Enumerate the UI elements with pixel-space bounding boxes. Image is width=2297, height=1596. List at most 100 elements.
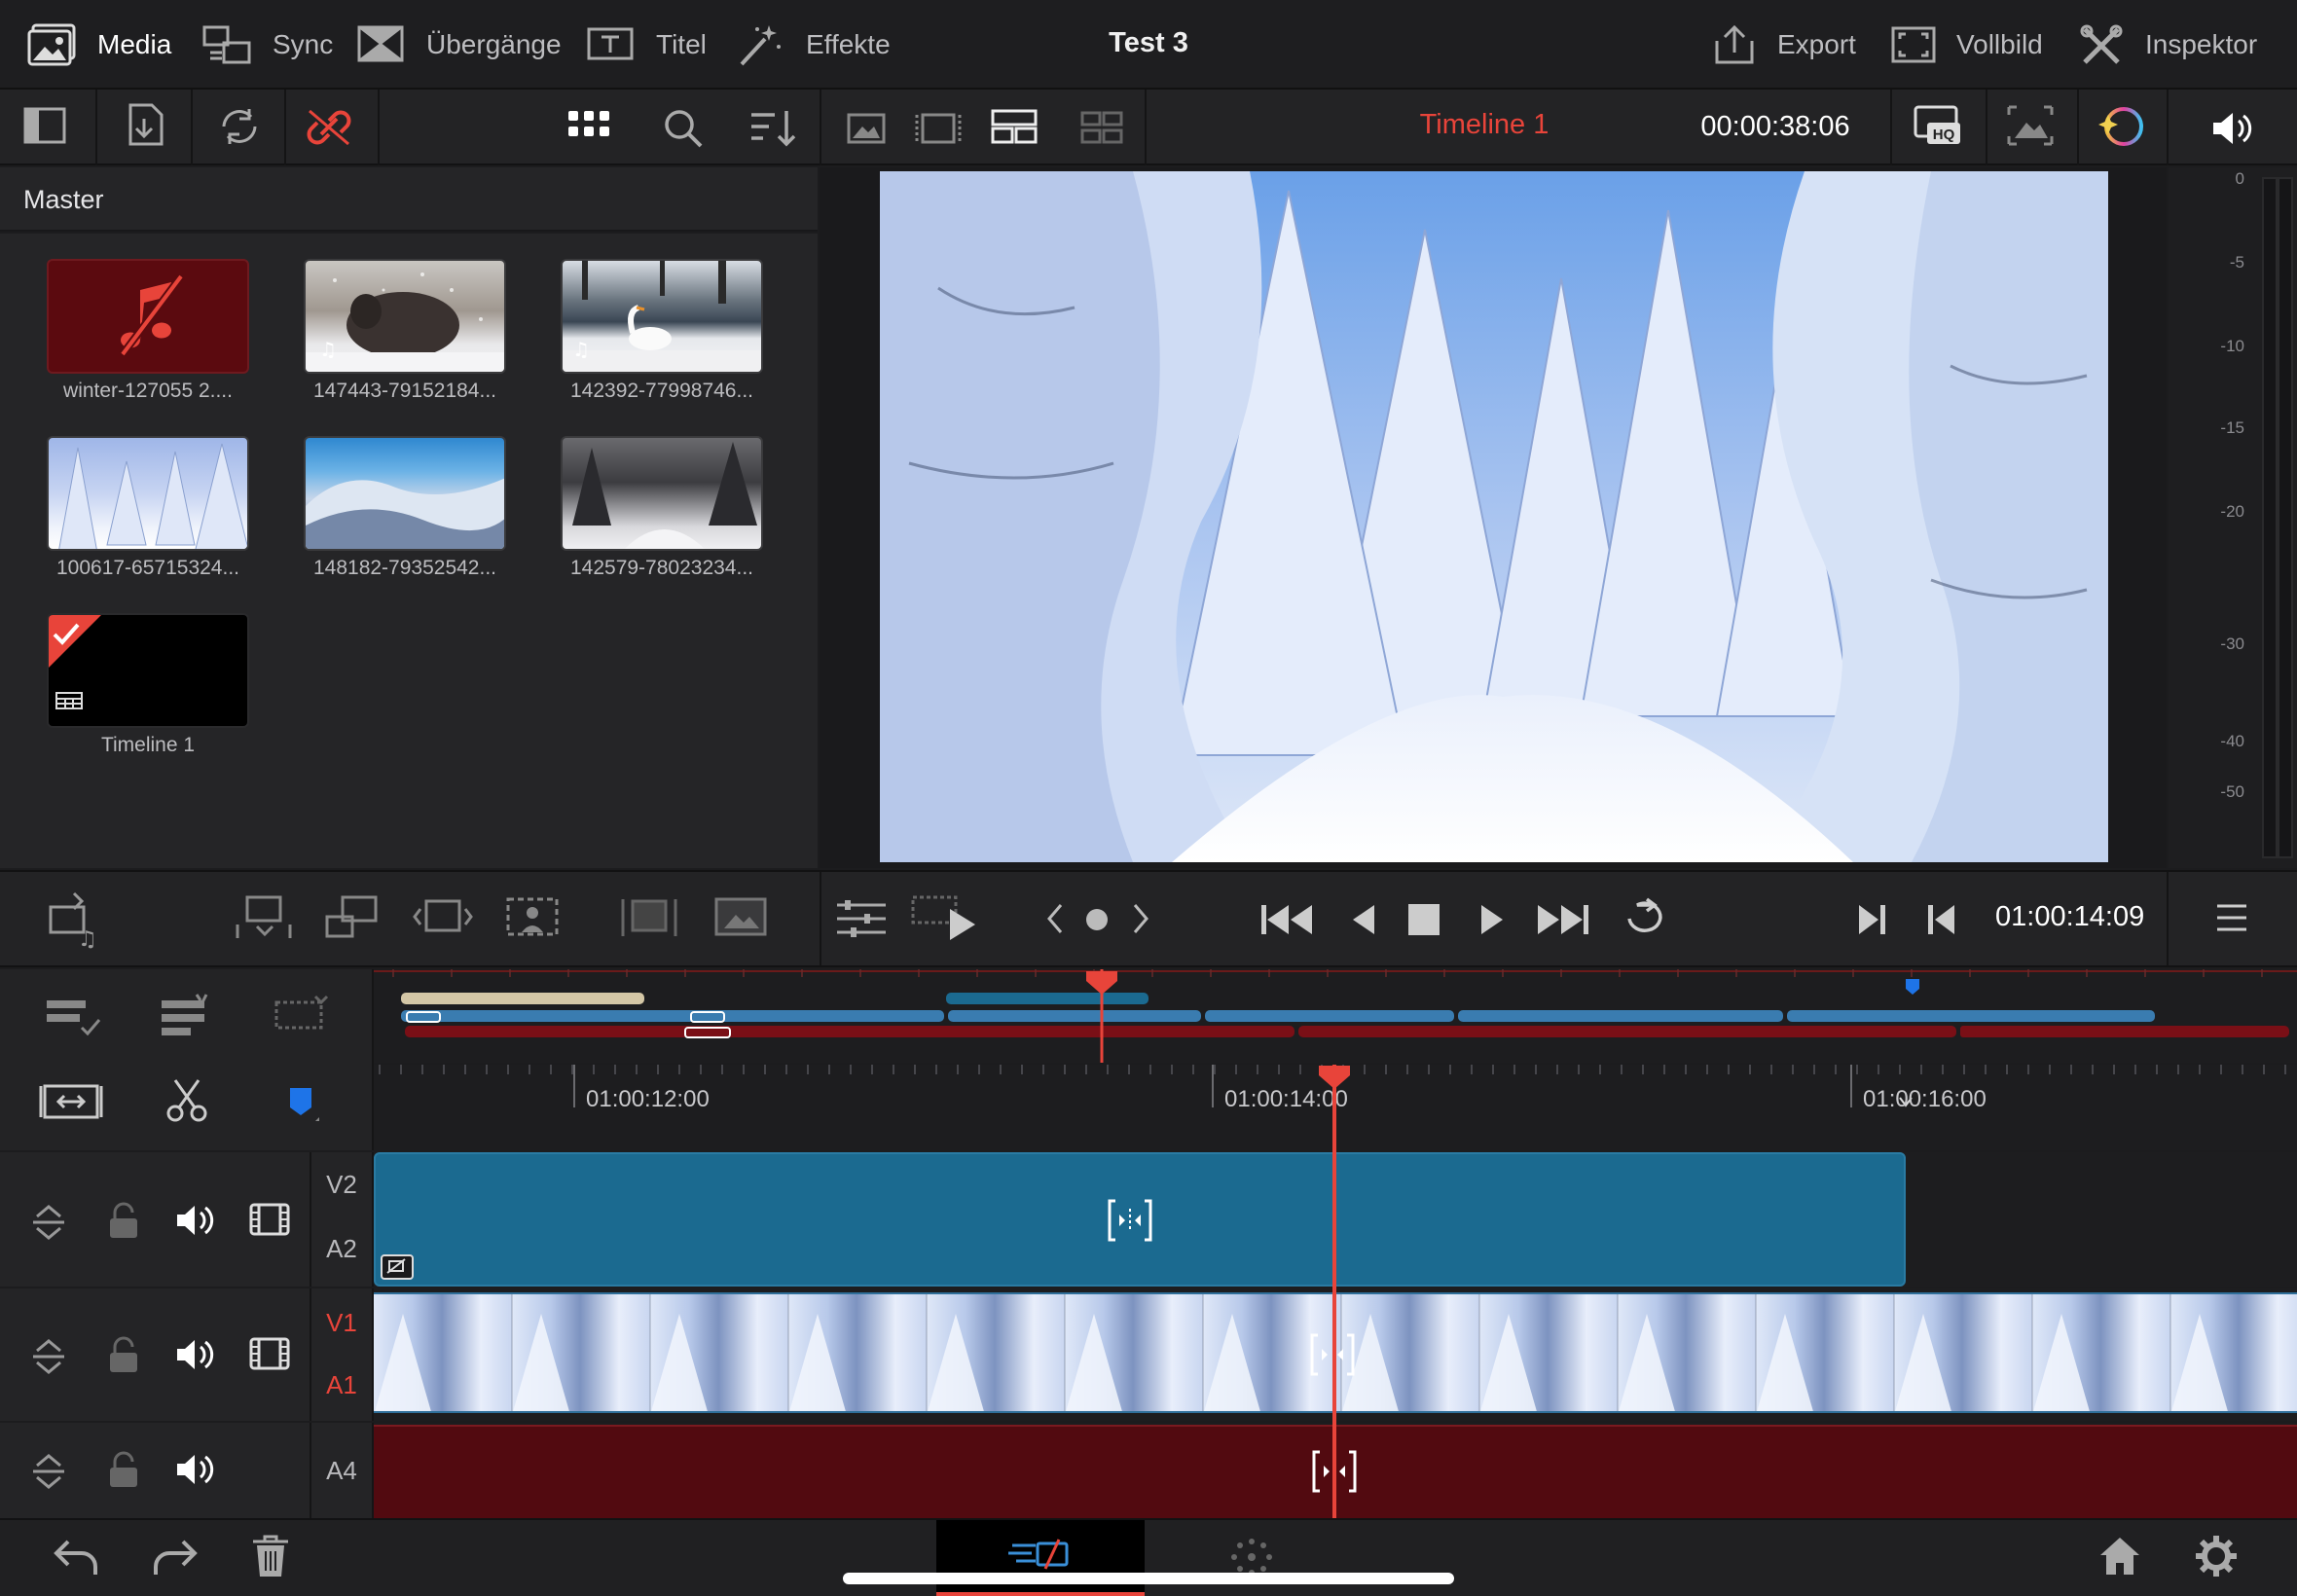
clip-thumbnail[interactable]: ♫ (561, 259, 763, 374)
timeline-name[interactable]: Timeline 1 (1363, 109, 1606, 141)
smart-insert-icon[interactable]: ♫ (45, 889, 105, 952)
clip-thumbnail[interactable] (47, 259, 249, 374)
hq-icon[interactable]: HQ (1914, 105, 1964, 148)
track-audio-icon[interactable] (175, 1337, 214, 1372)
meter-label: -40 (2220, 732, 2244, 750)
undo-icon[interactable] (53, 1536, 101, 1578)
fullscreen-button[interactable]: Vollbild (1890, 18, 2043, 72)
nav-sync[interactable]: Sync (202, 18, 333, 72)
lock-icon[interactable] (107, 1450, 140, 1489)
clip-label: winter-127055 2.... (63, 380, 233, 402)
nav-effects[interactable]: Effekte (736, 18, 891, 72)
volume-icon[interactable] (2209, 109, 2254, 148)
viewer-timeline-icon[interactable] (991, 109, 1038, 146)
loop-icon[interactable] (1620, 897, 1670, 940)
export-icon (1715, 24, 1754, 64)
play-clip-icon[interactable] (911, 895, 979, 944)
color-magic-icon[interactable] (2095, 105, 2145, 148)
insert-icon[interactable] (234, 893, 294, 942)
track-audio-icon[interactable] (175, 1203, 214, 1238)
clip-thumbnail[interactable] (561, 436, 763, 551)
blade-icon[interactable] (165, 1078, 208, 1123)
next-edit-icon[interactable] (1127, 901, 1154, 936)
viewer-image-icon[interactable] (847, 113, 886, 144)
track-settings-icon[interactable] (158, 993, 218, 1039)
place-on-top-icon[interactable] (619, 893, 679, 942)
audio-meter: 0 -5 -10 -15 -20 -30 -40 -50 (2169, 167, 2297, 868)
track-video-icon[interactable] (249, 1203, 290, 1236)
viewer-frame[interactable] (880, 171, 2108, 862)
adjustment-clip[interactable] (374, 1152, 1906, 1287)
ripple-overwrite-icon[interactable] (413, 893, 473, 942)
home-icon[interactable] (2096, 1534, 2143, 1578)
viewer-clip-icon[interactable] (915, 111, 962, 146)
link-off-icon[interactable] (304, 105, 354, 150)
svg-text:HQ: HQ (1933, 127, 1955, 143)
fullscreen-label: Vollbild (1956, 29, 2043, 59)
redo-icon[interactable] (150, 1536, 199, 1578)
append-icon[interactable] (323, 893, 383, 942)
timeline-thumbnail[interactable] (47, 613, 249, 728)
ruler-label: 01:00:16:00 (1863, 1086, 1987, 1112)
bin-name[interactable]: Master (23, 185, 104, 215)
sort-icon[interactable] (747, 107, 798, 150)
replace-icon[interactable] (216, 105, 263, 148)
meter-label: -15 (2220, 418, 2244, 437)
clip-type-icon (381, 1254, 414, 1280)
ruler-label: 01:00:12:00 (586, 1086, 710, 1112)
clip-label: 100617-65715324... (55, 557, 239, 579)
track-audio-icon[interactable] (175, 1452, 214, 1487)
cut-page-icon (1008, 1539, 1069, 1570)
mark-out-icon[interactable] (1925, 901, 1958, 938)
panel-toggle-icon[interactable] (23, 107, 66, 146)
timeline-options-icon[interactable] (43, 995, 103, 1039)
go-to-end-icon[interactable] (1534, 901, 1590, 938)
export-button[interactable]: Export (1711, 18, 1856, 72)
audio-settings-icon[interactable] (835, 899, 888, 938)
nav-media[interactable]: Media (27, 18, 171, 72)
track-height-icon[interactable] (29, 1337, 68, 1376)
inspector-button[interactable]: Inspektor (2079, 18, 2257, 72)
nav-titles[interactable]: Titel (586, 18, 707, 72)
stop-icon[interactable] (1407, 903, 1440, 936)
track-height-icon[interactable] (29, 1203, 68, 1242)
play-reverse-icon[interactable] (1347, 901, 1380, 938)
meter-label: 0 (2235, 169, 2244, 188)
zoom-timeline-icon[interactable] (271, 993, 331, 1039)
clip-thumbnail[interactable] (47, 436, 249, 551)
clip-thumbnail[interactable]: ♫ (304, 259, 506, 374)
playhead[interactable] (1332, 1065, 1336, 1518)
track-label: A4 (326, 1456, 357, 1485)
delete-icon[interactable] (251, 1534, 290, 1578)
marker-dot-icon[interactable] (1084, 907, 1110, 932)
clip-thumbnail[interactable] (304, 436, 506, 551)
menu-icon[interactable] (2215, 903, 2248, 932)
track-header-v1 (0, 1288, 311, 1421)
go-to-start-icon[interactable] (1259, 901, 1316, 938)
play-icon[interactable] (1476, 901, 1509, 938)
track-height-icon[interactable] (29, 1452, 68, 1491)
marker-icon[interactable] (286, 1086, 321, 1125)
settings-gear-icon[interactable] (2194, 1534, 2239, 1578)
titles-icon (587, 27, 634, 60)
source-overwrite-icon[interactable] (711, 893, 771, 942)
mark-in-icon[interactable] (1855, 901, 1888, 938)
close-up-icon[interactable] (502, 889, 563, 944)
track-video-icon[interactable] (249, 1337, 290, 1370)
grid-view-icon[interactable] (568, 111, 611, 144)
cut-page-tab[interactable] (936, 1520, 1145, 1596)
lock-icon[interactable] (107, 1201, 140, 1240)
nav-transitions[interactable]: Übergänge (356, 18, 562, 72)
clip-label: 147443-79152184... (312, 380, 496, 402)
home-indicator (843, 1573, 1454, 1584)
prev-edit-icon[interactable] (1041, 901, 1069, 936)
proxy-icon[interactable] (2005, 105, 2056, 148)
lock-icon[interactable] (107, 1335, 140, 1374)
svg-text:♫: ♫ (78, 927, 97, 952)
import-media-icon[interactable] (125, 103, 171, 148)
upper-timeline-overview[interactable] (374, 969, 2297, 1063)
viewer-split-icon[interactable] (1080, 111, 1123, 144)
search-icon[interactable] (662, 107, 705, 150)
fit-timeline-icon[interactable] (39, 1082, 103, 1121)
timeline-icon (55, 692, 83, 709)
